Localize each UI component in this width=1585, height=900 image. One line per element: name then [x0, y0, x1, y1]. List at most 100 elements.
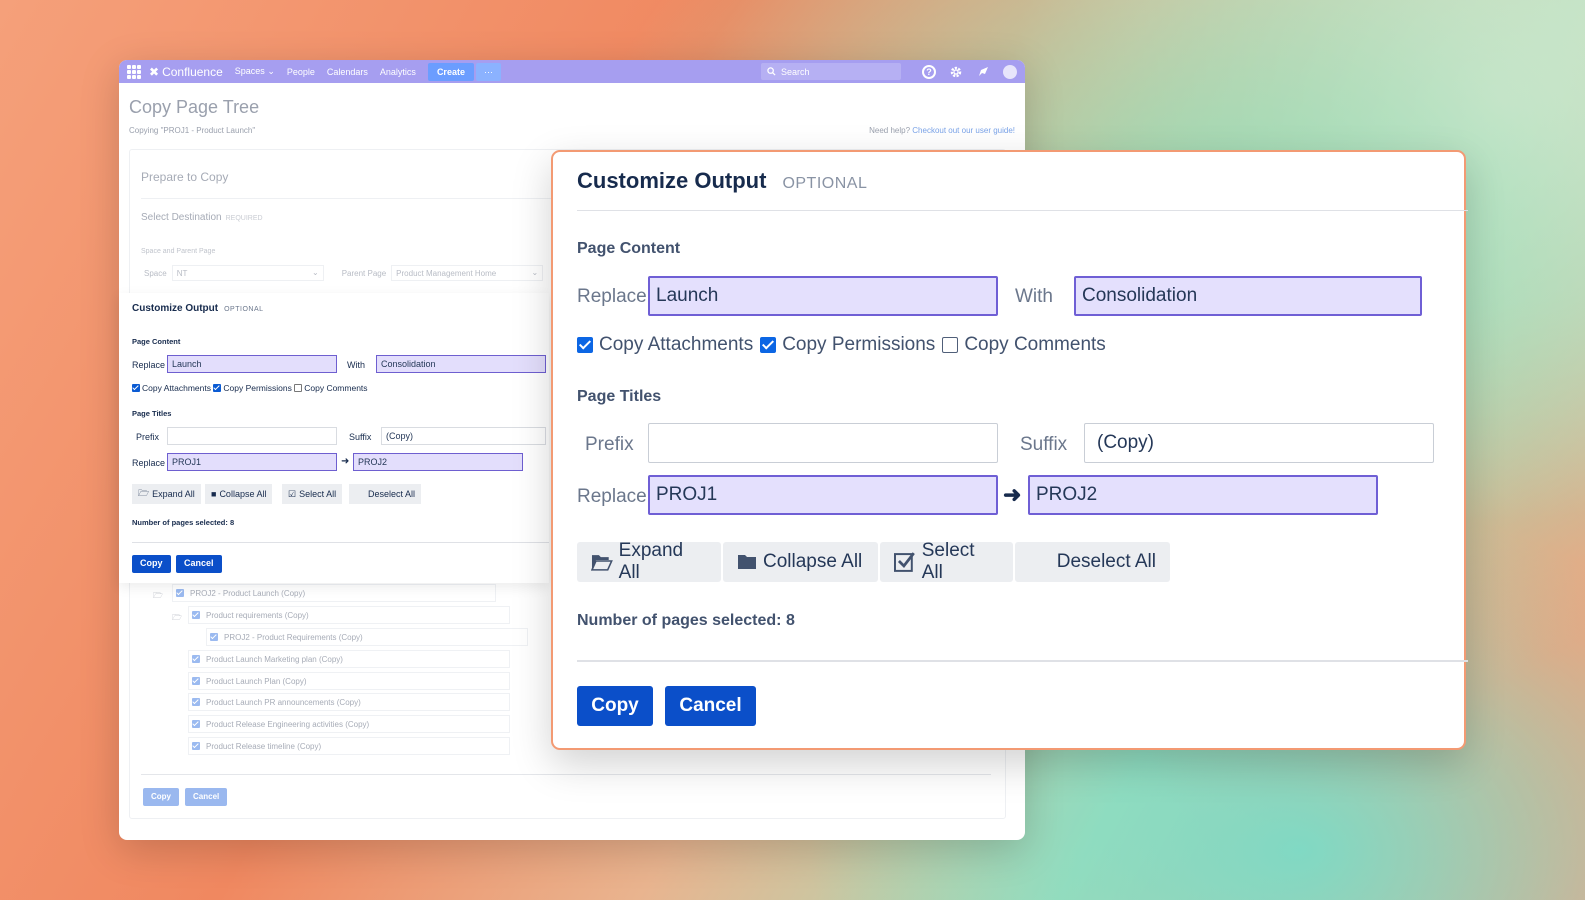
small-select-all-button[interactable]: ☑ Select All	[282, 484, 343, 504]
divider	[577, 210, 1468, 211]
prefix-label: Prefix	[585, 434, 634, 455]
space-select[interactable]: NT ⌄	[171, 265, 324, 281]
space-row: Space NT ⌄ Parent Page Product Management…	[144, 265, 544, 281]
small-copy-button[interactable]: Copy	[132, 555, 171, 573]
small-with-input[interactable]: Consolidation	[376, 355, 546, 373]
small-replace-input[interactable]: Launch	[167, 355, 337, 373]
folder-open-icon: 🗁	[138, 488, 150, 498]
search-input[interactable]: Search	[761, 63, 901, 80]
select-all-button[interactable]: Select All	[880, 540, 1013, 583]
more-button[interactable]: ···	[475, 62, 501, 81]
confluence-logo[interactable]: ✖ Confluence	[149, 65, 223, 79]
checkbox[interactable]	[176, 589, 184, 597]
notifications-icon[interactable]	[976, 65, 990, 79]
suffix-input[interactable]	[1084, 423, 1434, 463]
bg-cancel-button[interactable]: Cancel	[185, 788, 228, 806]
deselect-all-button[interactable]: Deselect All	[1015, 542, 1170, 582]
small-cancel-button[interactable]: Cancel	[176, 555, 222, 573]
parent-page-select[interactable]: Product Management Home ⌄	[391, 265, 544, 281]
page-titles-heading: Page Titles	[577, 388, 662, 405]
user-guide-link[interactable]: Checkout out our user guide!	[912, 126, 1015, 135]
app-switcher-icon[interactable]	[127, 64, 141, 79]
cancel-button[interactable]: Cancel	[665, 686, 756, 726]
nav-people[interactable]: People	[287, 67, 315, 77]
small-deselect-all-button[interactable]: Deselect All	[349, 484, 421, 504]
divider	[141, 774, 991, 775]
small-expand-all-button[interactable]: 🗁 Expand All	[132, 484, 201, 504]
folder-icon	[738, 555, 756, 569]
checkbox[interactable]	[192, 655, 200, 663]
collapse-all-label: Collapse All	[763, 551, 863, 572]
copy-permissions-checkbox[interactable]	[760, 337, 777, 353]
search-icon	[767, 67, 776, 76]
folder-open-icon[interactable]: 🗁	[172, 612, 182, 626]
checkbox[interactable]	[213, 384, 222, 392]
copy-comments-label: Copy Comments	[964, 334, 1106, 355]
divider	[577, 660, 1468, 662]
copy-attachments-label: Copy Attachments	[599, 334, 754, 355]
tree-item[interactable]: PROJ2 - Product Launch (Copy)	[172, 584, 496, 602]
replace-label: Replace	[577, 286, 647, 307]
checkbox[interactable]	[192, 611, 200, 619]
small-with-label: With	[347, 360, 365, 370]
small-prefix-input[interactable]	[167, 427, 337, 445]
select-destination-label: Select Destination REQUIRED	[141, 212, 263, 223]
space-label: Space	[144, 268, 167, 278]
checkbox[interactable]	[294, 384, 303, 392]
checkbox[interactable]	[192, 742, 200, 750]
tree-item[interactable]: Product requirements (Copy)	[188, 606, 510, 624]
checkbox[interactable]	[192, 720, 200, 728]
small-prefix-label: Prefix	[136, 432, 160, 442]
expand-all-button[interactable]: Expand All	[577, 540, 721, 583]
small-title-replace-label: Replace	[132, 458, 166, 468]
checkbox[interactable]	[192, 677, 200, 685]
folder-open-icon[interactable]: 🗁	[153, 590, 163, 604]
divider	[132, 542, 549, 543]
confluence-logo-icon: ✖	[149, 64, 160, 79]
tree-item[interactable]: Product Launch Marketing plan (Copy)	[188, 650, 510, 668]
copy-attachments-checkbox[interactable]	[577, 337, 593, 353]
nav-analytics[interactable]: Analytics	[380, 67, 416, 77]
bg-copy-button[interactable]: Copy	[143, 788, 179, 806]
small-title-with-input[interactable]: PROJ2	[353, 453, 523, 471]
collapse-all-button[interactable]: Collapse All	[723, 542, 878, 582]
tree-item[interactable]: Product Release timeline (Copy)	[188, 737, 510, 755]
copy-button[interactable]: Copy	[577, 686, 653, 726]
logo-text: Confluence	[162, 64, 223, 79]
tree-item[interactable]: Product Launch Plan (Copy)	[188, 672, 510, 690]
checkbox[interactable]	[210, 633, 218, 641]
help-icon[interactable]: ?	[922, 64, 936, 79]
with-input[interactable]	[1074, 276, 1422, 316]
checkbox[interactable]	[132, 384, 140, 392]
page-title: Copy Page Tree	[129, 97, 260, 117]
folder-open-icon	[591, 555, 613, 571]
replace-input[interactable]	[648, 276, 998, 316]
copy-comments-checkbox[interactable]	[942, 337, 959, 353]
small-suffix-input[interactable]: (Copy)	[381, 427, 546, 445]
small-page-content-heading: Page Content	[132, 337, 181, 346]
tree-item[interactable]: PROJ2 - Product Requirements (Copy)	[206, 628, 528, 646]
optional-badge: OPTIONAL	[782, 175, 868, 192]
search-placeholder: Search	[781, 66, 810, 77]
tree-item[interactable]: Product Launch PR announcements (Copy)	[188, 693, 510, 711]
prefix-input[interactable]	[648, 423, 998, 463]
avatar[interactable]	[1003, 64, 1017, 79]
settings-icon[interactable]	[949, 65, 963, 79]
title-replace-input[interactable]	[648, 475, 998, 515]
customize-output-dialog: Customize Output OPTIONAL Page Content R…	[551, 150, 1468, 750]
small-title-replace-input[interactable]: PROJ1	[167, 453, 337, 471]
pages-selected-count: Number of pages selected: 8	[577, 612, 795, 629]
small-customize-title: Customize Output OPTIONAL	[132, 303, 264, 314]
create-button[interactable]: Create	[427, 62, 474, 81]
checkbox[interactable]	[192, 698, 200, 706]
small-suffix-label: Suffix	[349, 432, 372, 442]
required-badge: REQUIRED	[225, 215, 263, 222]
nav-spaces[interactable]: Spaces ⌄	[235, 66, 275, 77]
nav-calendars[interactable]: Calendars	[327, 67, 368, 77]
arrow-icon: ➜	[1003, 482, 1022, 507]
title-with-input[interactable]	[1028, 475, 1378, 515]
small-collapse-all-button[interactable]: ■ Collapse All	[205, 484, 273, 504]
title-replace-label: Replace	[577, 486, 647, 507]
suffix-label: Suffix	[1020, 434, 1068, 455]
tree-item[interactable]: Product Release Engineering activities (…	[188, 715, 510, 733]
